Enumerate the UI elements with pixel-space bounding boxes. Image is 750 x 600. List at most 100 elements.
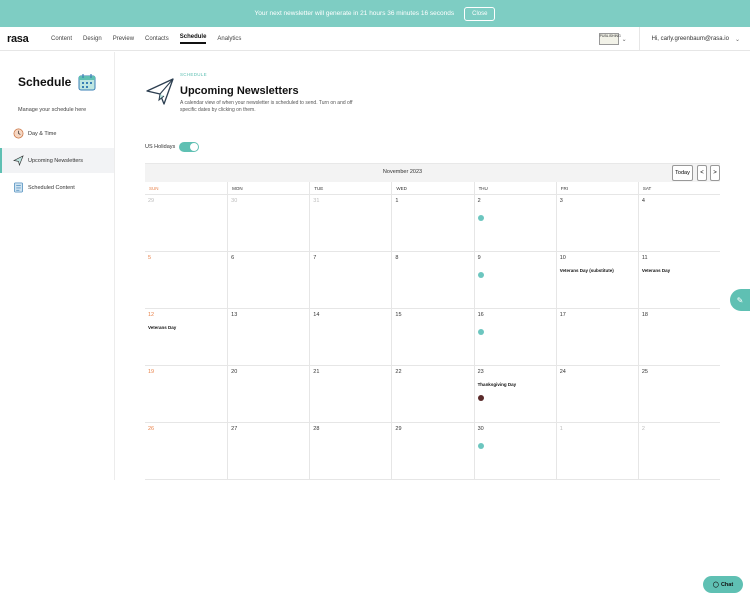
us-holidays-label: US Holidays [145, 144, 176, 150]
calendar-day-cell[interactable]: 17 [555, 309, 638, 365]
weekday-label: SAT [637, 182, 720, 194]
nav-preview[interactable]: Preview [113, 36, 134, 42]
holiday-label: Thanksgiving Day [477, 382, 556, 388]
day-number: 29 [395, 426, 402, 432]
day-number: 9 [477, 255, 481, 261]
calendar-day-cell[interactable]: 2 [473, 195, 556, 251]
calendar-day-cell[interactable]: 29 [391, 423, 473, 479]
day-number: 29 [148, 198, 155, 204]
calendar-day-cell[interactable]: 11 Veterans Day [637, 252, 720, 308]
calendar-day-cell[interactable]: 18 [637, 309, 720, 365]
calendar-day-cell[interactable]: 9 [473, 252, 556, 308]
scheduled-send-indicator[interactable] [477, 272, 484, 278]
day-number: 22 [395, 369, 402, 375]
calendar-day-cell[interactable]: 30 [473, 423, 556, 479]
calendar-day-cell[interactable]: 22 [391, 366, 473, 422]
sidebar-item-upcoming-newsletters[interactable]: Upcoming Newsletters [0, 148, 114, 173]
day-number: 28 [313, 426, 320, 432]
day-number: 5 [148, 255, 152, 261]
prev-month-button[interactable]: < [697, 165, 707, 181]
calendar-day-cell[interactable]: 19 [145, 366, 227, 422]
calendar-week: 5 6 7 8 9 10 Veterans Day (substitute) 11 Vetera… [145, 252, 720, 309]
scheduled-send-indicator[interactable] [477, 443, 484, 449]
day-number: 18 [641, 312, 648, 318]
weekday-header: SUN MON TUE WED THU FRI SAT [145, 182, 720, 195]
calendar-day-cell[interactable]: 15 [391, 309, 473, 365]
day-number: 30 [231, 198, 238, 204]
sidebar-subtitle: Manage your schedule here [18, 107, 87, 113]
weekday-label: WED [391, 182, 473, 194]
calendar-day-cell[interactable]: 23 Thanksgiving Day [473, 366, 556, 422]
weekday-label: MON [227, 182, 309, 194]
day-number: 21 [313, 369, 320, 375]
calendar-day-cell[interactable]: 16 [473, 309, 556, 365]
calendar-day-cell[interactable]: 27 [227, 423, 309, 479]
feedback-tab[interactable]: ✎ [730, 289, 750, 311]
calendar-day-cell[interactable]: 13 [227, 309, 309, 365]
calendar-day-cell[interactable]: 25 [637, 366, 720, 422]
calendar-week: 12 Veterans Day 13 14 15 16 17 18 [145, 309, 720, 366]
nav-schedule[interactable]: Schedule [179, 34, 207, 44]
day-number: 4 [641, 198, 645, 204]
scheduled-send-indicator[interactable] [477, 215, 484, 221]
calendar-day-cell[interactable]: 31 [309, 195, 391, 251]
day-number: 8 [395, 255, 399, 261]
weekday-label: TUE [309, 182, 391, 194]
us-holidays-toggle[interactable] [179, 142, 200, 152]
calendar-grid: SUN MON TUE WED THU FRI SAT 29 30 31 1 2 3 4 5 6… [145, 182, 720, 480]
day-number: 11 [641, 255, 648, 261]
calendar-day-cell[interactable]: 7 [309, 252, 391, 308]
scheduled-send-indicator[interactable] [477, 329, 484, 335]
skipped-send-indicator[interactable] [477, 395, 484, 401]
day-number: 13 [231, 312, 238, 318]
chat-bubble-icon: ◯ [712, 581, 719, 588]
chat-button[interactable]: ◯ Chat [703, 576, 743, 593]
day-number: 3 [559, 198, 563, 204]
sidebar-item-label: Scheduled Content [28, 184, 75, 191]
banner-close-button[interactable]: Close [464, 6, 496, 21]
calendar-day-cell[interactable]: 8 [391, 252, 473, 308]
calendar-day-cell[interactable]: 6 [227, 252, 309, 308]
calendar-day-cell[interactable]: 28 [309, 423, 391, 479]
calendar-day-cell[interactable]: 3 [555, 195, 638, 251]
rasa-logo[interactable]: rasa [7, 33, 51, 45]
calendar-day-cell[interactable]: 21 [309, 366, 391, 422]
day-number: 2 [477, 198, 481, 204]
nav-analytics[interactable]: Analytics [217, 36, 241, 42]
sidebar-title: Schedule [18, 75, 72, 89]
calendar-day-cell[interactable]: 24 [555, 366, 638, 422]
nav-contacts[interactable]: Contacts [145, 36, 169, 42]
chevron-down-icon[interactable]: ⌄ [735, 36, 740, 43]
calendar-day-cell[interactable]: 10 Veterans Day (substitute) [555, 252, 638, 308]
user-menu[interactable]: Hi, carly.greenbaum@rasa.io [652, 36, 729, 42]
sidebar-item-scheduled-content[interactable]: Scheduled Content [0, 175, 114, 200]
calendar-day-cell[interactable]: 4 [637, 195, 720, 251]
day-number: 24 [559, 369, 566, 375]
today-button[interactable]: Today [672, 165, 693, 181]
calendar-day-cell[interactable]: 26 [145, 423, 227, 479]
calendar-week: 19 20 21 22 23 Thanksgiving Day 24 25 [145, 366, 720, 423]
calendar-day-cell[interactable]: 5 [145, 252, 227, 308]
banner-text: Your next newsletter will generate in 21… [254, 10, 455, 17]
day-number: 17 [559, 312, 566, 318]
calendar-day-cell[interactable]: 1 [555, 423, 638, 479]
next-month-button[interactable]: > [710, 165, 720, 181]
nav-content[interactable]: Content [51, 36, 72, 42]
calendar-day-cell[interactable]: 14 [309, 309, 391, 365]
day-number: 31 [313, 198, 320, 204]
calendar-day-cell[interactable]: 29 [145, 195, 227, 251]
nav-design[interactable]: Design [83, 36, 102, 42]
day-number: 1 [395, 198, 399, 204]
top-nav: rasa Content Design Preview Contacts Sch… [0, 27, 750, 51]
publisher-selector[interactable]: PUBLISHING ⌄ [598, 33, 627, 45]
weekday-label: THU [473, 182, 556, 194]
sidebar-item-day-time[interactable]: Day & Time [0, 121, 114, 146]
calendar-day-cell[interactable]: 12 Veterans Day [145, 309, 228, 365]
calendar-day-cell[interactable]: 20 [227, 366, 309, 422]
calendar-day-cell[interactable]: 1 [391, 195, 473, 251]
weekday-label: FRI [555, 182, 638, 194]
calendar-day-cell[interactable]: 30 [227, 195, 309, 251]
calendar-day-cell[interactable]: 2 [637, 423, 720, 479]
day-number: 27 [231, 426, 238, 432]
holiday-label: Veterans Day (substitute) [559, 268, 638, 274]
